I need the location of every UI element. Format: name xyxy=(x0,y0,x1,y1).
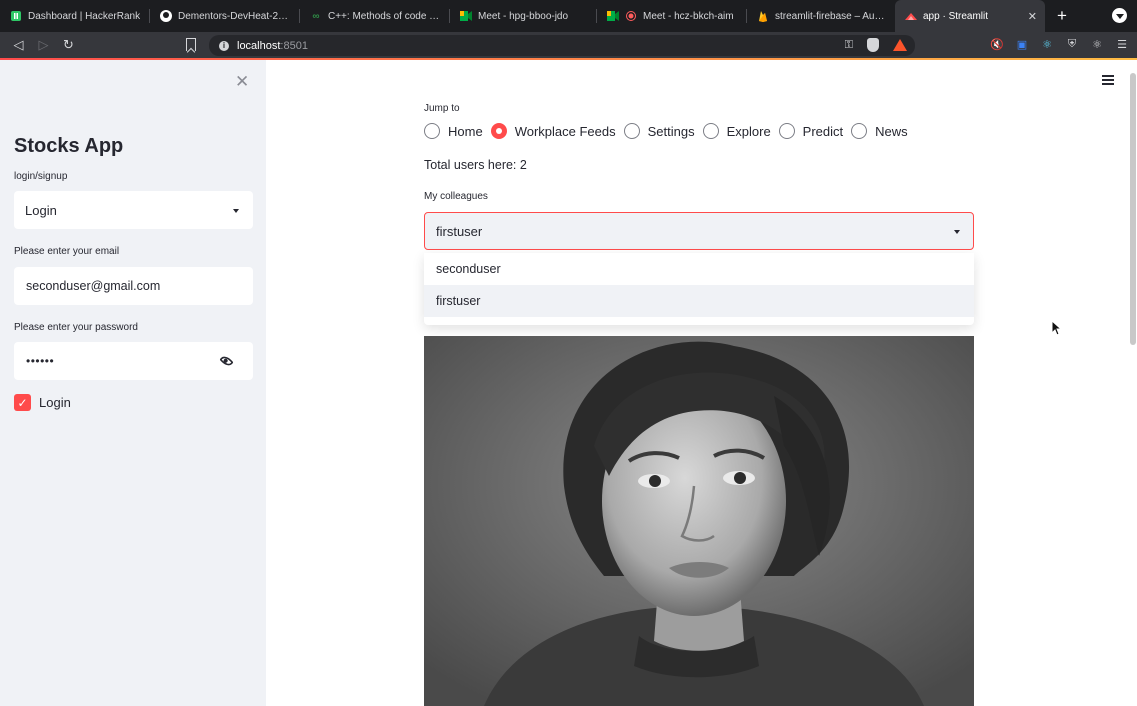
password-field[interactable]: •••••• xyxy=(14,342,253,380)
colleague-select-value: firstuser xyxy=(436,223,483,239)
mouse-cursor-icon xyxy=(1051,319,1063,341)
radio-button xyxy=(778,123,795,139)
dropdown-option-firstuser[interactable]: firstuser xyxy=(424,285,974,317)
shield-icon[interactable]: ⛨ xyxy=(1065,37,1079,51)
back-icon[interactable]: ◁ xyxy=(6,32,31,58)
recording-icon xyxy=(625,10,637,22)
tab-title: app · Streamlit xyxy=(923,10,989,22)
radio-home[interactable]: Home xyxy=(424,123,483,139)
tab-github[interactable]: Dementors-DevHeat-2021/ xyxy=(150,0,300,32)
colleague-profile-photo xyxy=(424,336,974,706)
screen-capture-icon[interactable]: ▣ xyxy=(1015,37,1029,51)
radio-label: Predict xyxy=(802,123,844,139)
brave-shields-icon[interactable] xyxy=(867,38,879,52)
login-signup-label: login/signup xyxy=(14,171,68,182)
tab-streamlit-app[interactable]: app · Streamlit ✕ xyxy=(895,0,1045,32)
streamlit-icon xyxy=(905,10,917,22)
firebase-icon xyxy=(757,10,769,22)
sidebar-title: Stocks App xyxy=(14,135,124,157)
total-users-text: Total users here: 2 xyxy=(424,158,527,172)
tab-geeksforgeeks[interactable]: ∞ C++: Methods of code sho xyxy=(300,0,450,32)
radio-label: Explore xyxy=(726,123,771,139)
sidebar: ✕ Stocks App login/signup Login Please e… xyxy=(0,60,266,706)
close-sidebar-icon[interactable]: ✕ xyxy=(235,72,249,92)
tab-title: streamlit-firebase – Auther xyxy=(775,10,887,22)
tab-title: C++: Methods of code sho xyxy=(328,10,442,22)
chevron-down-icon xyxy=(954,230,960,234)
password-value: •••••• xyxy=(26,354,55,368)
radio-button xyxy=(851,123,868,139)
tab-meet-1[interactable]: Meet - hpg-bboo-jdo xyxy=(450,0,597,32)
reload-icon[interactable]: ↻ xyxy=(56,32,81,58)
dropdown-option-seconduser[interactable]: seconduser xyxy=(424,253,974,285)
meet-icon xyxy=(460,10,472,22)
page-radio-group: Home Workplace Feeds Settings Explore Pr… xyxy=(424,123,916,139)
geeksforgeeks-icon: ∞ xyxy=(312,10,320,22)
radio-news[interactable]: News xyxy=(851,123,908,139)
radio-label: News xyxy=(875,123,908,139)
radio-explore[interactable]: Explore xyxy=(702,123,771,139)
tab-title: Meet - hcz-bkch-aim xyxy=(643,10,734,22)
main-content: Jump to Home Workplace Feeds Settings Ex… xyxy=(266,60,1137,706)
new-tab-button[interactable]: + xyxy=(1045,0,1079,32)
extensions-icon[interactable]: ⚛ xyxy=(1090,37,1104,51)
meet-icon xyxy=(607,10,619,22)
react-devtools-icon[interactable]: ⚛ xyxy=(1040,37,1054,51)
mute-icon[interactable]: 🔇 xyxy=(990,37,1004,51)
tab-hackerrank[interactable]: Dashboard | HackerRank xyxy=(0,0,150,32)
login-checkbox[interactable]: ✓ xyxy=(14,394,31,411)
tab-search-icon[interactable] xyxy=(1112,8,1127,23)
radio-button xyxy=(702,123,719,139)
email-value: seconduser@gmail.com xyxy=(26,279,161,293)
browser-toolbar: ◁ ▷ ↻ i localhost:8501 ⚿ 🔇 ▣ ⚛ ⛨ ⚛ ☰ xyxy=(0,32,1137,58)
radio-workplace-feeds[interactable]: Workplace Feeds xyxy=(490,123,616,139)
scrollbar[interactable] xyxy=(1130,73,1136,345)
chevron-down-icon xyxy=(233,209,239,213)
radio-label: Home xyxy=(448,123,483,139)
checkmark-icon: ✓ xyxy=(17,395,28,410)
radio-label: Workplace Feeds xyxy=(514,123,616,139)
browser-tab-strip: Dashboard | HackerRank Dementors-DevHeat… xyxy=(0,0,1137,32)
url-host: localhost xyxy=(237,39,281,52)
password-label: Please enter your password xyxy=(14,322,138,333)
github-icon xyxy=(160,10,172,22)
email-label: Please enter your email xyxy=(14,246,120,257)
brave-rewards-icon[interactable] xyxy=(893,39,907,51)
email-field[interactable]: seconduser@gmail.com xyxy=(14,267,253,305)
site-info-icon[interactable]: i xyxy=(219,40,229,51)
bookmark-icon[interactable] xyxy=(186,38,196,51)
hamburger-menu-icon[interactable] xyxy=(1102,75,1114,85)
forward-icon[interactable]: ▷ xyxy=(31,32,56,58)
colleague-select[interactable]: firstuser xyxy=(424,212,974,250)
radio-settings[interactable]: Settings xyxy=(623,123,695,139)
login-signup-select[interactable]: Login xyxy=(14,191,253,229)
tab-title: Dementors-DevHeat-2021/ xyxy=(178,10,292,22)
login-checkbox-label: Login xyxy=(39,395,71,410)
radio-button-selected xyxy=(490,123,507,139)
colleague-dropdown-menu: seconduser firstuser xyxy=(424,253,974,325)
eye-icon[interactable] xyxy=(219,353,234,369)
radio-predict[interactable]: Predict xyxy=(778,123,844,139)
url-port: :8501 xyxy=(280,39,308,52)
menu-icon[interactable]: ☰ xyxy=(1115,37,1129,51)
login-signup-value: Login xyxy=(25,202,57,218)
close-tab-icon[interactable]: ✕ xyxy=(1022,10,1037,23)
hackerrank-icon xyxy=(10,10,22,22)
tab-title: Dashboard | HackerRank xyxy=(28,10,141,22)
radio-label: Settings xyxy=(647,123,695,139)
colleagues-label: My colleagues xyxy=(424,191,488,202)
jump-to-label: Jump to xyxy=(424,103,460,114)
radio-button xyxy=(623,123,640,139)
tab-title: Meet - hpg-bboo-jdo xyxy=(478,10,569,22)
address-bar[interactable]: i localhost:8501 ⚿ xyxy=(209,35,915,56)
tab-meet-2[interactable]: Meet - hcz-bkch-aim xyxy=(597,0,747,32)
tab-firebase[interactable]: streamlit-firebase – Auther xyxy=(747,0,895,32)
key-icon[interactable]: ⚿ xyxy=(845,39,853,52)
radio-button xyxy=(424,123,440,139)
